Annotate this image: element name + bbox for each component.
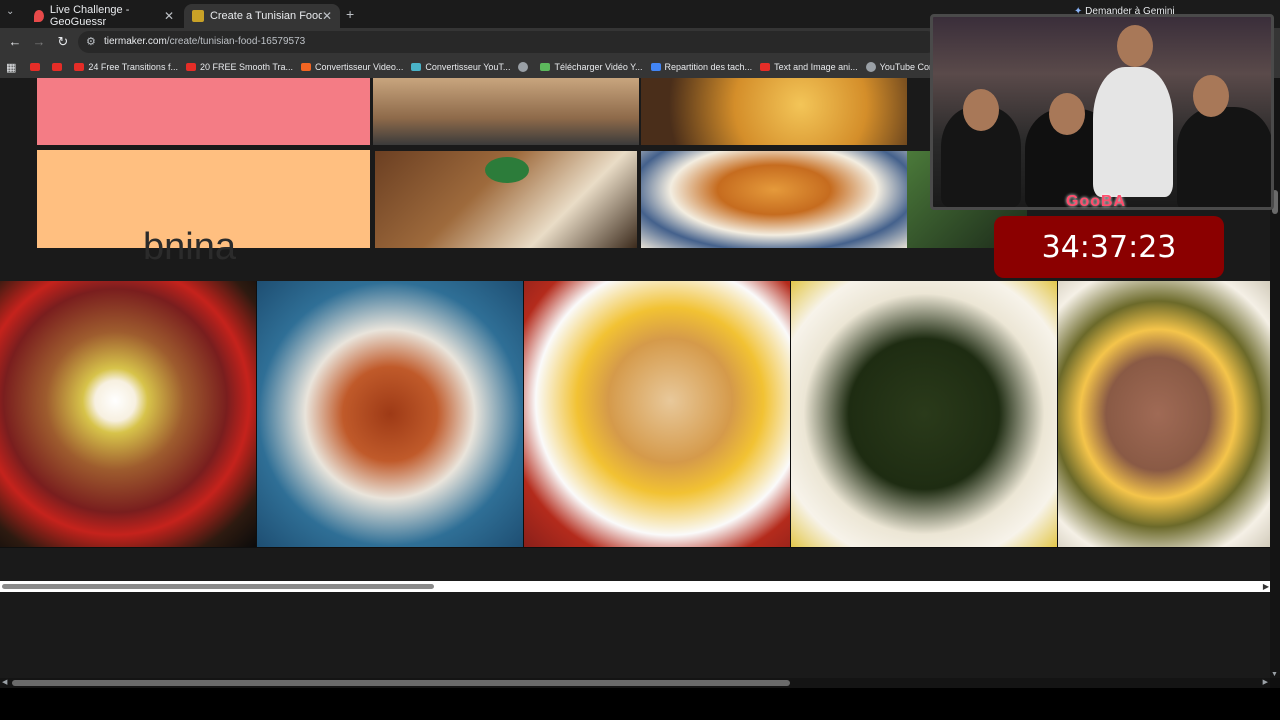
bottom-black-bar (0, 688, 1280, 720)
tier-row-label-orange[interactable]: bnina (37, 150, 370, 268)
scroll-left-arrow-icon[interactable]: ◀ (2, 678, 7, 686)
tier-item-pizza[interactable] (373, 78, 639, 145)
scrollbar-thumb[interactable] (2, 584, 434, 589)
reload-icon[interactable]: ↻ (54, 33, 72, 51)
bookmark-item[interactable]: Repartition des tach... (650, 62, 752, 72)
tab-search-icon[interactable]: ⌄ (6, 6, 20, 20)
streamer-figure (1093, 67, 1173, 197)
download-icon (540, 63, 551, 71)
bookmark-item[interactable]: 24 Free Transitions f... (74, 62, 178, 72)
tab-geoguessr[interactable]: Live Challenge - GeoGuessr ✕ (26, 4, 182, 28)
tier-partial-text: bnina (143, 226, 236, 268)
globe-icon (518, 62, 529, 72)
pool-item-tuna-salad[interactable] (1058, 281, 1280, 547)
apps-grid-icon[interactable]: ▦ (6, 61, 16, 74)
tier-row-label-pink[interactable] (37, 78, 370, 145)
item-pool (0, 281, 1280, 548)
tier-item-soup[interactable] (641, 151, 907, 248)
url-host: tiermaker.com (104, 36, 167, 47)
bookmark-item[interactable] (30, 63, 44, 71)
url-path: /create/tunisian-food-16579573 (166, 36, 306, 47)
webcam-overlay (930, 14, 1274, 210)
geoguessr-favicon-icon (34, 10, 44, 22)
streamer-head (1049, 93, 1085, 135)
bookmark-item[interactable]: Text and Image ani... (760, 62, 858, 72)
bookmark-item[interactable] (518, 62, 532, 72)
pool-item-mloukhia[interactable] (791, 281, 1057, 547)
docs-icon (650, 63, 661, 71)
scroll-right-arrow-icon[interactable]: ▶ (1263, 678, 1268, 686)
brand-logo-icon (485, 157, 529, 183)
z-logo-icon (301, 63, 311, 71)
youtube-icon (185, 63, 196, 71)
new-tab-icon[interactable]: + (346, 6, 354, 22)
back-arrow-icon[interactable]: ← (6, 33, 24, 51)
bookmark-item[interactable] (52, 63, 66, 71)
address-bar[interactable]: ⚙ tiermaker.com/create/tunisian-food-165… (78, 31, 938, 53)
tiermaker-favicon-icon (192, 10, 204, 22)
scrollbar-thumb[interactable] (12, 680, 790, 686)
youtube-icon (74, 63, 85, 71)
streamer-head (963, 89, 999, 131)
bookmark-item[interactable]: Convertisseur YouT... (411, 62, 510, 72)
streamer-head (1193, 75, 1229, 117)
pool-item-spaghetti[interactable] (257, 281, 523, 547)
pool-item-wrap-fries[interactable] (524, 281, 790, 547)
pool-horizontal-scrollbar[interactable]: ▶ (0, 581, 1270, 592)
scroll-down-arrow-icon[interactable]: ▼ (1271, 671, 1278, 678)
tier-item-pasta-pan[interactable] (375, 151, 637, 248)
youtube-icon (30, 63, 41, 71)
bookmark-item[interactable]: Convertisseur Video... (301, 62, 403, 72)
page-horizontal-scrollbar[interactable]: ◀ ▶ (0, 678, 1270, 688)
youtube-icon (760, 63, 771, 71)
tier-item-fries[interactable] (641, 78, 907, 145)
forward-arrow-icon[interactable]: → (30, 33, 48, 51)
stream-timer: 34:37:23 (994, 216, 1224, 278)
url-text: tiermaker.com/create/tunisian-food-16579… (104, 36, 305, 47)
globe-icon (865, 62, 876, 72)
bookmark-item[interactable]: 20 FREE Smooth Tra... (185, 62, 293, 72)
site-info-icon[interactable]: ⚙ (86, 35, 96, 48)
stream-tag: GooBA (1066, 193, 1127, 210)
tab-title: Live Challenge - GeoGuessr (49, 4, 130, 28)
tab-tiermaker[interactable]: Create a Tunisian Food Tier List ✕ (184, 4, 340, 28)
close-tab-icon[interactable]: ✕ (164, 9, 174, 23)
tab-title: Create a Tunisian Food Tier List (209, 10, 322, 22)
youtube-icon (52, 63, 63, 71)
streamer-figure (1177, 107, 1271, 207)
pool-item-lablabi[interactable] (0, 281, 256, 547)
converter-icon (411, 63, 422, 71)
bookmark-item[interactable]: Télécharger Vidéo Y... (540, 62, 643, 72)
streamer-head (1117, 25, 1153, 67)
scroll-right-arrow-icon[interactable]: ▶ (1263, 582, 1269, 591)
close-tab-icon[interactable]: ✕ (322, 9, 332, 23)
